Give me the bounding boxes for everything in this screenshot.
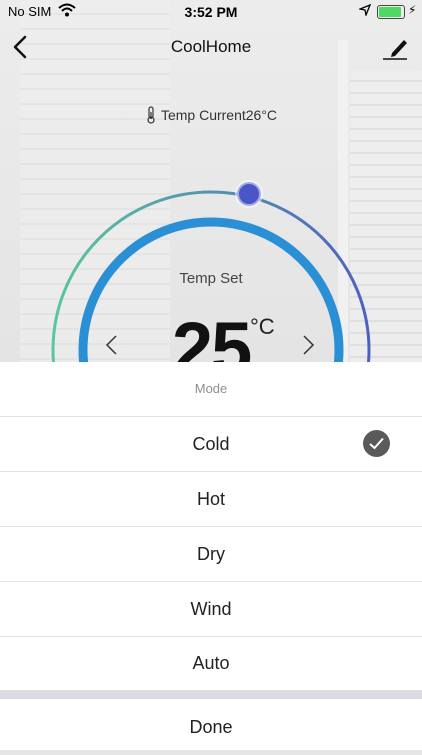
mode-option-wind[interactable]: Wind [0, 582, 422, 637]
battery-fill [379, 7, 401, 17]
pencil-icon[interactable] [380, 34, 410, 62]
mode-option-label: Dry [197, 544, 225, 564]
location-arrow-icon [357, 3, 372, 19]
current-temperature-label: Temp Current26°C [160, 107, 278, 124]
current-temperature: Temp Current26°C [0, 106, 422, 127]
mode-option-auto[interactable]: Auto [0, 637, 422, 690]
temperature-dial[interactable]: Temp Set 25 °C [0, 170, 422, 362]
checkmark-icon [363, 430, 390, 457]
temp-unit: °C [250, 314, 275, 339]
mode-option-label: Hot [196, 489, 225, 509]
battery-icon [377, 5, 405, 19]
dial-knob [235, 180, 263, 208]
temp-set-value: 25 [172, 307, 252, 362]
temp-set-label: Temp Set [179, 270, 243, 287]
thermometer-icon [145, 106, 157, 127]
page-title: CoolHome [170, 37, 252, 56]
mode-action-sheet: Mode Cold Hot Dry Wind Auto Done [0, 362, 422, 750]
mode-option-label: Wind [190, 599, 232, 619]
mode-option-label: Cold [192, 434, 230, 454]
mode-option-cold[interactable]: Cold [0, 417, 422, 472]
done-button[interactable]: Done [0, 699, 422, 753]
mode-option-label: Auto [192, 653, 230, 673]
status-bar: No SIM 3:52 PM ⚡ [0, 0, 422, 24]
sheet-separator [0, 690, 422, 699]
mode-option-dry[interactable]: Dry [0, 527, 422, 582]
navigation-bar: CoolHome [0, 28, 422, 68]
mode-option-hot[interactable]: Hot [0, 472, 422, 527]
sheet-title: Mode [0, 362, 422, 417]
charging-bolt-icon: ⚡ [408, 3, 417, 17]
